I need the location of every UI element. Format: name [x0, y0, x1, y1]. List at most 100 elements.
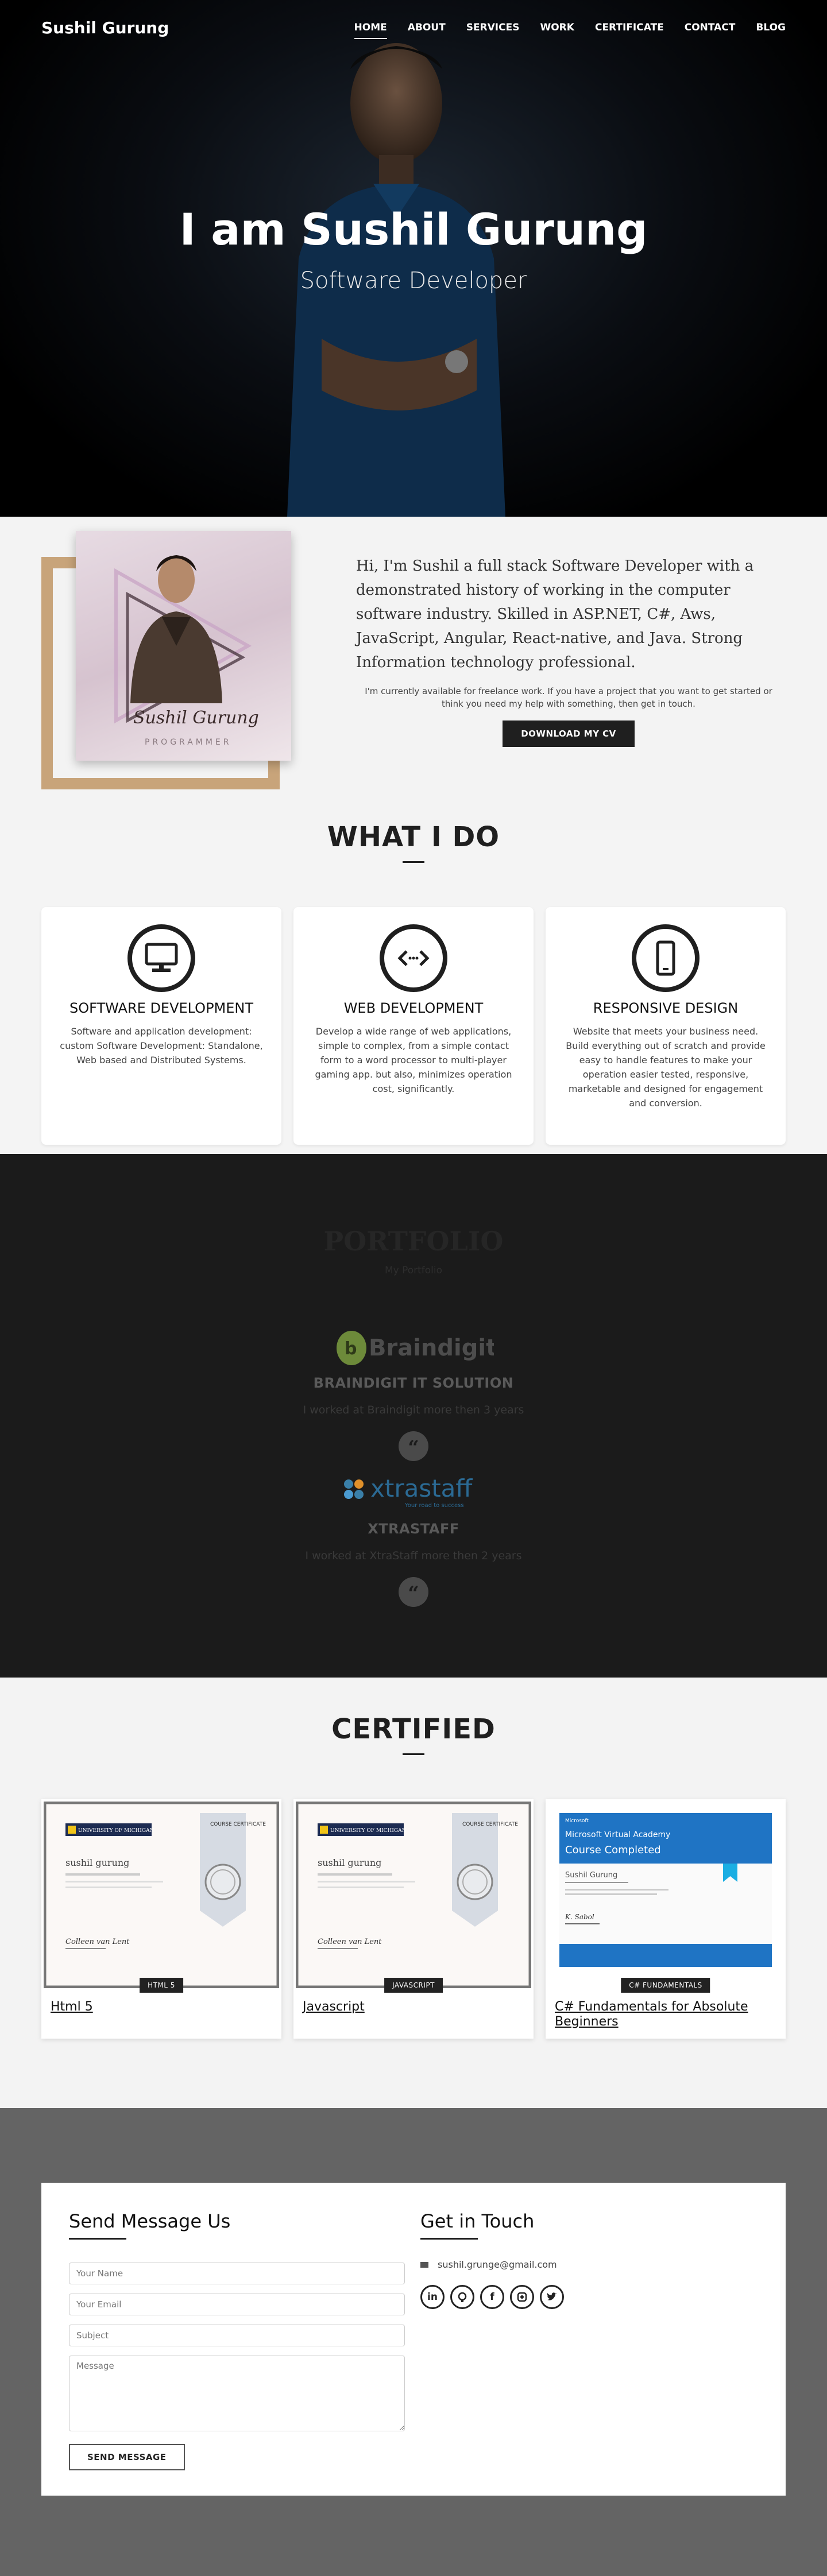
profile-photo: Sushil Gurung PROGRAMMER	[76, 531, 291, 761]
service-card: SOFTWARE DEVELOPMENT Software and applic…	[41, 907, 281, 1145]
instagram-icon[interactable]	[510, 2285, 534, 2309]
monitor-icon	[127, 924, 195, 992]
certificate-card: UNIVERSITY OF MICHIGAN sushil gurung Col…	[293, 1799, 534, 2039]
title-underline	[403, 861, 424, 863]
portfolio-subtitle: My Portfolio	[384, 1265, 443, 1276]
nav-contact[interactable]: CONTACT	[685, 22, 736, 33]
email-row: sushil.grunge@gmail.com	[420, 2259, 758, 2270]
svg-text:K. Sabol: K. Sabol	[565, 1913, 594, 1921]
title-underline	[420, 2238, 478, 2240]
service-desc: Develop a wide range of web applications…	[315, 1026, 512, 1094]
services-header: WHAT I DO	[0, 821, 827, 863]
twitter-icon[interactable]	[540, 2285, 564, 2309]
cert-ribbon-text: COURSE CERTIFICATE	[462, 1822, 518, 1827]
cert-university: UNIVERSITY OF MICHIGAN	[330, 1828, 407, 1834]
certificate-image[interactable]: UNIVERSITY OF MICHIGAN sushil gurung Col…	[295, 1801, 532, 1993]
photo-caption: PROGRAMMER	[145, 738, 232, 747]
portfolio-title: PORTFOLIO	[323, 1226, 504, 1257]
service-card: WEB DEVELOPMENT Develop a wide range of …	[293, 907, 534, 1145]
hero-title: I am Sushil Gurung	[179, 204, 648, 255]
hero-section: Sushil Gurung HOME ABOUT SERVICES WORK C…	[0, 0, 827, 517]
cert-link-csharp[interactable]: C# Fundamentals for Absolute Beginners	[555, 2000, 776, 2029]
service-title: RESPONSIVE DESIGN	[593, 1000, 739, 1016]
company-xtrastaff: xtrastaff Your road to success XTRASTAFF…	[0, 1471, 827, 1607]
quote-icon[interactable]: “	[399, 1577, 428, 1607]
portfolio-section: PORTFOLIO My Portfolio b Braindigit BRAI…	[0, 1154, 827, 1678]
brand-logo[interactable]: Sushil Gurung	[41, 18, 169, 37]
nav-certificate[interactable]: CERTIFICATE	[595, 22, 664, 33]
xtrastaff-logo-text: xtrastaff	[370, 1474, 473, 1502]
cert-tag: HTML 5	[140, 1978, 183, 1993]
company-name: XTRASTAFF	[368, 1521, 459, 1537]
certificate-card: UNIVERSITY OF MICHIGAN sushil gurung Col…	[41, 1799, 281, 2039]
company-desc: I worked at XtraStaff more then 2 years	[305, 1550, 522, 1562]
contact-email[interactable]: sushil.grunge@gmail.com	[438, 2259, 557, 2270]
subject-input[interactable]	[69, 2325, 405, 2346]
mobile-icon	[632, 924, 700, 992]
top-navbar: Sushil Gurung HOME ABOUT SERVICES WORK C…	[0, 0, 827, 55]
nav-about[interactable]: ABOUT	[408, 22, 446, 33]
services-title: WHAT I DO	[327, 821, 500, 853]
cert-tag: JAVASCRIPT	[384, 1978, 443, 1993]
name-input[interactable]	[69, 2263, 405, 2284]
about-text: Hi, I'm Sushil a full stack Software Dev…	[356, 554, 781, 747]
certificate-image[interactable]: Microsoft Microsoft Virtual Academy Cour…	[548, 1802, 783, 1993]
company-name: BRAINDIGIT IT SOLUTION	[313, 1375, 514, 1391]
ms-academy: Microsoft Virtual Academy	[565, 1830, 670, 1839]
service-title: WEB DEVELOPMENT	[343, 1000, 484, 1016]
message-textarea[interactable]	[69, 2356, 405, 2431]
xtrastaff-tagline: Your road to success	[404, 1502, 464, 1509]
contact-section: Send Message Us SEND MESSAGE Get in Touc…	[0, 2108, 827, 2576]
nav-work[interactable]: WORK	[540, 22, 574, 33]
hero-text: I am Sushil Gurung Software Developer	[0, 204, 827, 294]
send-message-button[interactable]: SEND MESSAGE	[69, 2444, 185, 2470]
service-desc: Website that meets your business need. B…	[566, 1026, 766, 1109]
nav-services[interactable]: SERVICES	[466, 22, 520, 33]
nav-home[interactable]: HOME	[354, 22, 387, 39]
certificate-image[interactable]: UNIVERSITY OF MICHIGAN sushil gurung Col…	[43, 1801, 280, 1993]
github-icon[interactable]	[450, 2285, 474, 2309]
services-list: SOFTWARE DEVELOPMENT Software and applic…	[41, 907, 786, 1145]
about-lead: Hi, I'm Sushil a full stack Software Dev…	[356, 557, 754, 671]
nav-blog[interactable]: BLOG	[756, 22, 786, 33]
about-section: Sushil Gurung PROGRAMMER Hi, I'm Sushil …	[0, 517, 827, 830]
facebook-icon[interactable]: f	[480, 2285, 504, 2309]
hero-subtitle: Software Developer	[300, 268, 527, 294]
ms-brand: Microsoft	[565, 1818, 589, 1824]
cert-link-javascript[interactable]: Javascript	[303, 2000, 524, 2015]
service-desc: Software and application development: cu…	[60, 1026, 263, 1066]
linkedin-icon[interactable]: in	[420, 2285, 445, 2309]
social-links: in f	[420, 2285, 758, 2309]
nav-links: HOME ABOUT SERVICES WORK CERTIFICATE CON…	[334, 22, 786, 39]
send-message-title: Send Message Us	[69, 2210, 231, 2232]
send-message-column: Send Message Us SEND MESSAGE	[69, 2210, 405, 2470]
cert-holder-name: sushil gurung	[65, 1857, 129, 1868]
svg-text:Colleen van Lent: Colleen van Lent	[65, 1938, 130, 1946]
email-input[interactable]	[69, 2294, 405, 2315]
certificate-list: UNIVERSITY OF MICHIGAN sushil gurung Col…	[41, 1799, 786, 2039]
title-underline	[69, 2238, 126, 2240]
quote-icon[interactable]: “	[399, 1431, 428, 1461]
braindigit-logo: b Braindigit	[337, 1331, 497, 1365]
get-in-touch-column: Get in Touch sushil.grunge@gmail.com in …	[420, 2210, 758, 2468]
cert-link-html5[interactable]: Html 5	[51, 2000, 272, 2015]
cert-holder-name: Sushil Gurung	[565, 1871, 617, 1880]
envelope-icon	[420, 2261, 428, 2268]
about-freelance: I'm currently available for freelance wo…	[365, 686, 772, 709]
braindigit-logo-text: Braindigit	[369, 1335, 494, 1361]
xtrastaff-logo: xtrastaff Your road to success	[344, 1474, 473, 1509]
get-in-touch-title: Get in Touch	[420, 2210, 535, 2232]
certified-section: CERTIFIED UNIVERSITY OF MICHIGAN sushil …	[0, 1678, 827, 2108]
download-cv-button[interactable]: DOWNLOAD MY CV	[503, 720, 635, 747]
svg-text:Colleen van Lent: Colleen van Lent	[318, 1938, 382, 1946]
ms-course-status: Course Completed	[565, 1844, 661, 1856]
contact-card: Send Message Us SEND MESSAGE Get in Touc…	[41, 2183, 786, 2496]
service-title: SOFTWARE DEVELOPMENT	[69, 1000, 254, 1016]
svg-text:b: b	[345, 1339, 357, 1359]
cert-ribbon-text: COURSE CERTIFICATE	[210, 1822, 266, 1827]
certificate-card: Microsoft Microsoft Virtual Academy Cour…	[546, 1799, 786, 2039]
cert-university: UNIVERSITY OF MICHIGAN	[78, 1828, 154, 1834]
cert-tag: C# FUNDAMENTALS	[621, 1978, 710, 1993]
service-card: RESPONSIVE DESIGN Website that meets you…	[546, 907, 786, 1145]
company-braindigit: b Braindigit BRAINDIGIT IT SOLUTION I wo…	[0, 1329, 827, 1461]
